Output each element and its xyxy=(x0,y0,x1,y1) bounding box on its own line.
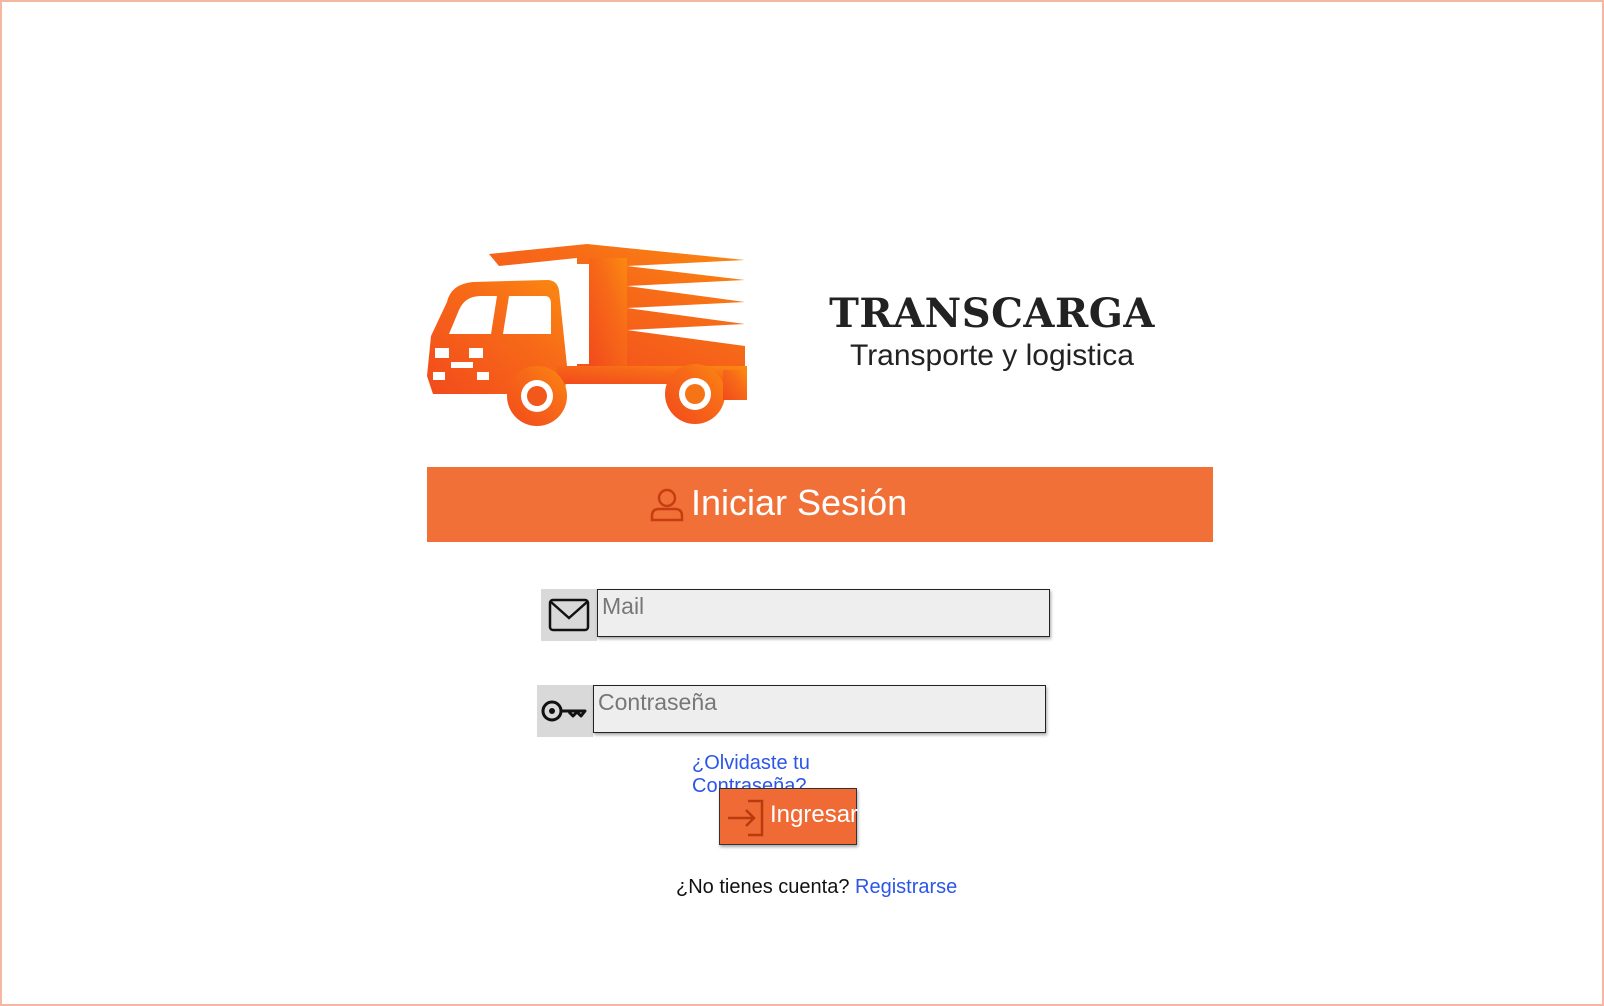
login-page: TRANSCARGA Transporte y logistica Inicia… xyxy=(0,0,1604,1006)
login-button[interactable]: Ingresar xyxy=(719,788,859,845)
enter-icon xyxy=(726,799,766,837)
brand-name: TRANSCARGA xyxy=(829,290,1155,337)
envelope-icon xyxy=(541,589,597,641)
login-button-label: Ingresar xyxy=(770,801,859,828)
mail-field-group xyxy=(541,589,1053,641)
register-prompt-text: ¿No tienes cuenta? xyxy=(676,876,850,898)
password-field[interactable] xyxy=(593,685,1046,733)
email-field[interactable] xyxy=(597,589,1050,637)
password-field-group xyxy=(537,685,1049,737)
user-icon xyxy=(649,487,685,523)
brand-block: TRANSCARGA Transporte y logistica xyxy=(802,290,1182,374)
register-link[interactable]: Registrarse xyxy=(855,876,957,898)
key-icon xyxy=(537,685,593,737)
register-prompt: ¿No tienes cuenta? Registrarse xyxy=(676,876,976,899)
login-header: Iniciar Sesión xyxy=(427,467,1213,542)
login-title: Iniciar Sesión xyxy=(691,482,908,523)
brand-tagline: Transporte y logistica xyxy=(849,339,1134,372)
delivery-truck-icon xyxy=(427,244,767,444)
